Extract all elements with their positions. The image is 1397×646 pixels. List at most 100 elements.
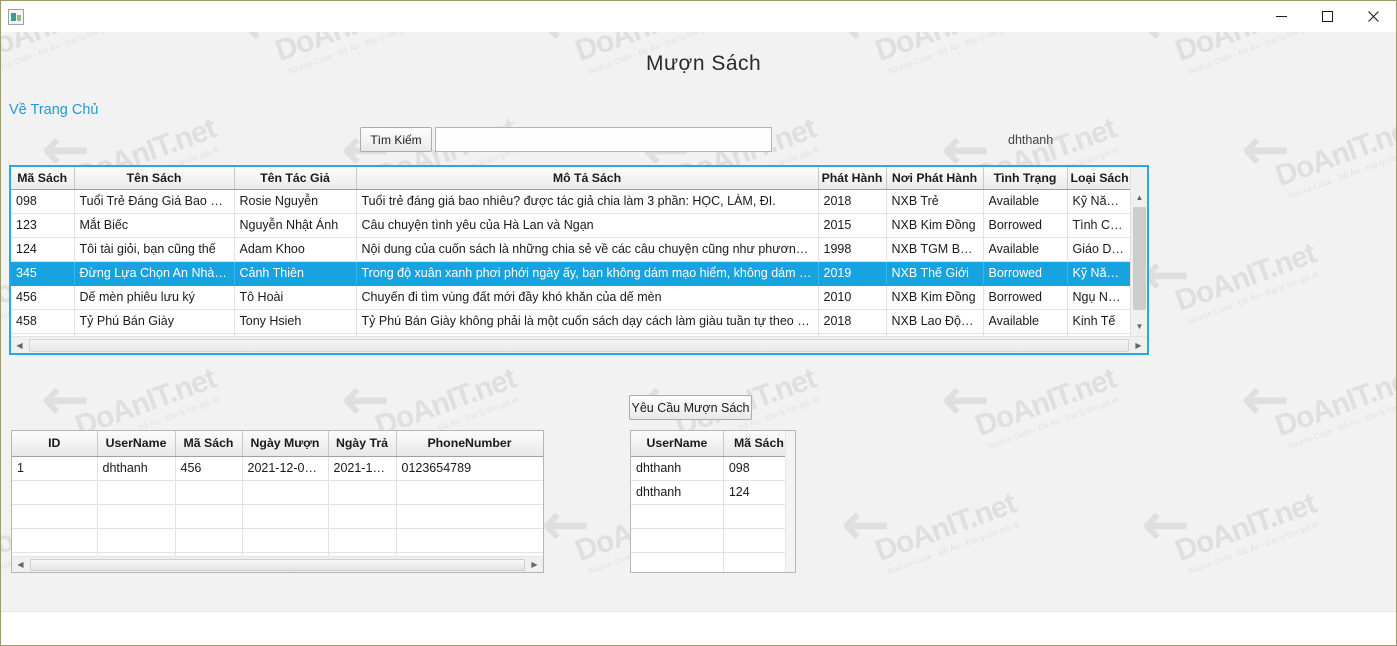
table-row-empty[interactable] [631,504,795,529]
table-row[interactable]: 456 Dế mèn phiêu lưu ký Tô Hoài Chuyến đi t… [11,285,1131,310]
books-column-header-6[interactable]: Tình Trạng [983,167,1068,190]
history-scroll-right-icon[interactable]: ▶ [526,556,543,572]
cell-empty[interactable] [328,504,397,529]
cell-tac_gia[interactable]: Tô Hoài [234,285,357,310]
table-row[interactable]: 345 Đừng Lựa Chọn An Nhàn ... Cảnh Thiên Tr… [11,261,1131,286]
cell-empty[interactable] [631,552,724,572]
cell-username[interactable]: dhthanh [97,456,176,481]
cell-phat_hanh[interactable]: 2015 [818,213,887,238]
table-row-empty[interactable] [12,528,543,553]
table-row[interactable]: dhthanh 124 [631,480,795,505]
cell-empty[interactable] [242,480,329,505]
cell-phat_hanh[interactable]: 2019 [818,261,887,286]
cell-ma_sach[interactable]: 123 [11,213,75,238]
books-column-header-0[interactable]: Mã Sách [11,167,75,190]
history-column-header-3[interactable]: Ngày Mượn [242,431,329,457]
cell-phat_hanh[interactable]: 2010 [818,285,887,310]
history-column-header-5[interactable]: PhoneNumber [396,431,543,457]
scroll-right-icon[interactable]: ▶ [1130,337,1147,354]
cell-tinh_trang[interactable]: Available [983,237,1068,262]
cell-empty[interactable] [396,504,543,529]
cell-phone[interactable]: 0123654789 [396,456,543,481]
books-column-header-2[interactable]: Tên Tác Giả [234,167,357,190]
cart-column-header-1[interactable]: Mã Sách [723,431,795,457]
cell-username[interactable]: dhthanh [631,456,724,481]
home-link[interactable]: Về Trang Chủ [9,102,98,118]
cell-mo_ta[interactable]: Tuổi trẻ đáng giá bao nhiêu? được tác gi… [356,189,819,214]
maximize-icon[interactable] [1304,1,1350,32]
books-column-header-3[interactable]: Mô Tả Sách [356,167,819,190]
cell-tac_gia[interactable]: Tony Hsieh [234,309,357,334]
cell-empty[interactable] [12,528,98,553]
minimize-icon[interactable] [1258,1,1304,32]
history-horizontal-scrollbar[interactable]: ◀ ▶ [12,556,543,572]
cell-tinh_trang[interactable]: Borrowed [983,285,1068,310]
scroll-left-icon[interactable]: ◀ [11,337,28,354]
cell-ma_sach[interactable]: 456 [11,285,75,310]
cell-ten_sach[interactable]: Tôi tài giỏi, bạn cũng thế [74,237,235,262]
cell-empty[interactable] [723,528,795,553]
cell-mo_ta[interactable]: Chuyến đi tìm vùng đất mới đầy khó khăn … [356,285,819,310]
cell-tac_gia[interactable]: Adam Khoo [234,237,357,262]
cell-ma_sach[interactable]: 124 [723,480,795,505]
history-column-header-4[interactable]: Ngày Trả [328,431,397,457]
cell-mo_ta[interactable]: Trong độ xuân xanh phơi phới ngày ấy, bạ… [356,261,819,286]
cell-phat_hanh[interactable]: 2018 [818,309,887,334]
history-scroll-thumb[interactable] [30,558,525,571]
cell-ten_sach[interactable]: Tuổi Trẻ Đáng Giá Bao N... [74,189,235,214]
cell-tinh_trang[interactable]: Borrowed [983,261,1068,286]
cell-ma_sach[interactable]: 456 [175,456,243,481]
table-row-empty[interactable] [631,552,795,572]
borrow-history-grid[interactable]: ID UserName Mã Sách Ngày Mượn Ngày Trả PhoneN… [11,430,544,573]
cell-noi_phat_hanh[interactable]: NXB TGM Boo... [886,237,984,262]
cell-empty[interactable] [175,504,243,529]
books-vertical-scrollbar[interactable]: ▲ ▼ [1130,167,1147,353]
cart-vertical-scrollbar[interactable] [785,431,795,572]
close-icon[interactable] [1350,1,1396,32]
cell-tac_gia[interactable]: Nguyễn Nhật Ánh [234,213,357,238]
cart-column-header-0[interactable]: UserName [631,431,724,457]
cell-empty[interactable] [97,504,176,529]
cell-empty[interactable] [328,480,397,505]
cell-mo_ta[interactable]: Tỷ Phú Bán Giày không phải là một cuốn s… [356,309,819,334]
request-borrow-button[interactable]: Yêu Cầu Mượn Sách [629,395,752,420]
cell-ma_sach[interactable]: 458 [11,309,75,334]
cell-empty[interactable] [723,504,795,529]
cell-noi_phat_hanh[interactable]: NXB Kim Đồng [886,285,984,310]
cell-noi_phat_hanh[interactable]: NXB Kim Đồng [886,213,984,238]
cell-empty[interactable] [723,552,795,572]
cell-tinh_trang[interactable]: Borrowed [983,213,1068,238]
books-column-header-1[interactable]: Tên Sách [74,167,235,190]
table-row[interactable]: dhthanh 098 [631,456,795,481]
history-column-header-0[interactable]: ID [12,431,98,457]
cell-loai_sach[interactable]: Kỹ Năng Số [1067,189,1131,214]
search-button[interactable]: Tìm Kiếm [360,127,432,152]
cell-empty[interactable] [97,528,176,553]
cell-phat_hanh[interactable]: 1998 [818,237,887,262]
books-grid[interactable]: Mã Sách Tên Sách Tên Tác Giả Mô Tả Sách Phát… [9,165,1149,355]
cell-username[interactable]: dhthanh [631,480,724,505]
cell-ma_sach[interactable]: 345 [11,261,75,286]
books-horizontal-scrollbar[interactable]: ◀ ▶ [11,336,1147,353]
history-column-header-1[interactable]: UserName [97,431,176,457]
cell-mo_ta[interactable]: Nội dung của cuốn sách là những chia sẻ … [356,237,819,262]
table-row[interactable]: 124 Tôi tài giỏi, bạn cũng thế Adam Khoo Nộ… [11,237,1131,262]
scroll-down-icon[interactable]: ▼ [1131,318,1147,335]
cell-empty[interactable] [396,528,543,553]
cell-ten_sach[interactable]: Đừng Lựa Chọn An Nhàn ... [74,261,235,286]
table-row[interactable]: 1dhthanh4562021-12-08 0...2021-12-15 ...… [12,456,543,481]
cell-ngay_muon[interactable]: 2021-12-08 0... [242,456,329,481]
cell-empty[interactable] [631,528,724,553]
cell-empty[interactable] [242,528,329,553]
table-row-empty[interactable] [631,528,795,553]
cell-empty[interactable] [631,504,724,529]
cell-ten_sach[interactable]: Mắt Biếc [74,213,235,238]
cart-grid[interactable]: UserName Mã Sách dhthanh 098 dhthanh 124 [630,430,796,573]
cell-ten_sach[interactable]: Dế mèn phiêu lưu ký [74,285,235,310]
table-row[interactable]: 098 Tuổi Trẻ Đáng Giá Bao N... Rosie Nguyễ… [11,189,1131,214]
scroll-up-icon[interactable]: ▲ [1131,189,1147,206]
cell-ten_sach[interactable]: Tỷ Phú Bán Giày [74,309,235,334]
table-row[interactable]: 123 Mắt Biếc Nguyễn Nhật Ánh Câu chuyện tìn… [11,213,1131,238]
cell-tac_gia[interactable]: Rosie Nguyễn [234,189,357,214]
books-column-header-7[interactable]: Loại Sách [1067,167,1131,190]
